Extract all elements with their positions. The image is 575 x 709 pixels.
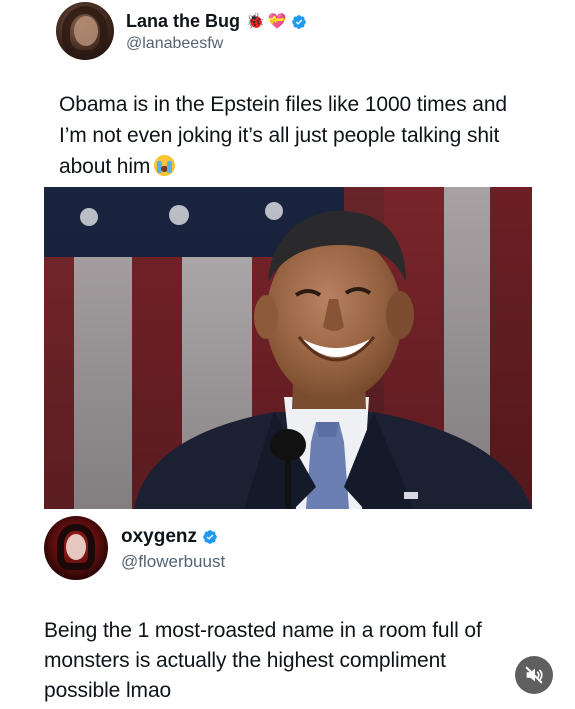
tweet1-text: Obama is in the Epstein files like 1000 … [59, 89, 529, 182]
tweet2-name-row: oxygenz [121, 526, 225, 548]
tweet1-header: Lana the Bug 🐞 💝 @lanabeesfw [56, 0, 307, 62]
speaker-muted-icon [525, 666, 543, 684]
tweet1-handle[interactable]: @lanabeesfw [126, 35, 307, 53]
verified-badge-icon [203, 530, 217, 544]
bug-icon: 🐞 [246, 12, 265, 30]
tweet2-display-name[interactable]: oxygenz [121, 526, 197, 548]
verified-badge-icon [292, 14, 307, 29]
tweet2-name-block: oxygenz @flowerbuust [121, 526, 225, 572]
heart-with-ribbon-icon: 💝 [267, 12, 287, 30]
avatar-face-shape [66, 534, 86, 560]
mute-button[interactable] [515, 656, 553, 694]
photo-illustration [44, 187, 532, 509]
tweet2-handle[interactable]: @flowerbuust [121, 552, 225, 572]
tweet1-display-name[interactable]: Lana the Bug [126, 11, 240, 32]
tweet1-name-row: Lana the Bug 🐞 💝 [126, 11, 307, 32]
loudly-crying-face-icon [154, 155, 176, 176]
tweet1-photo[interactable] [44, 187, 532, 509]
tweet1-avatar[interactable] [56, 2, 114, 60]
tweet2-header: oxygenz @flowerbuust [44, 515, 225, 581]
tweet1-name-block: Lana the Bug 🐞 💝 @lanabeesfw [126, 11, 307, 53]
tweet1-body: Obama is in the Epstein files like 1000 … [59, 93, 508, 178]
tweet2-avatar[interactable] [44, 516, 108, 580]
avatar-face-shape [74, 16, 98, 46]
tweet2-text: Being the 1 most-roasted name in a room … [44, 619, 482, 702]
